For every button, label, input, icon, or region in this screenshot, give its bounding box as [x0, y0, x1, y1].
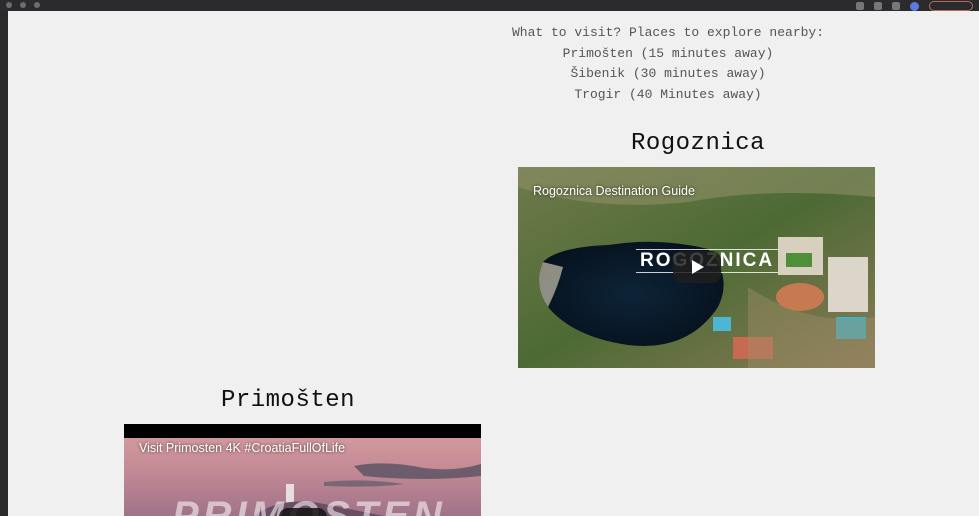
extensions-icon[interactable] [856, 2, 864, 10]
browser-nav-controls [6, 2, 40, 8]
sidebar-icon[interactable] [892, 2, 900, 10]
video-primosten[interactable]: PRIMOSTEN Visit Primosten 4K #CroatiaFul… [124, 424, 481, 516]
forward-icon[interactable] [20, 2, 26, 8]
video-rogoznica[interactable]: ROGOZNICA Rogoznica Destination Guide [518, 167, 875, 368]
play-icon[interactable] [673, 251, 721, 283]
video-title[interactable]: Visit Primosten 4K #CroatiaFullOfLife [139, 441, 345, 455]
video-title[interactable]: Rogoznica Destination Guide [533, 184, 695, 198]
place-primosten: Primošten (15 minutes away) [562, 45, 774, 61]
profile-avatar[interactable] [910, 1, 919, 11]
place-trogir: Trogir (40 Minutes away) [574, 86, 762, 102]
reload-icon[interactable] [34, 2, 40, 8]
play-icon[interactable] [279, 508, 327, 516]
update-button[interactable] [929, 1, 973, 11]
section-title-rogoznica: Rogoznica [630, 130, 766, 157]
bookmark-icon[interactable] [874, 2, 882, 10]
section-title-primosten: Primošten [220, 387, 356, 414]
browser-toolbar [0, 0, 979, 11]
place-sibenik: Šibenik (30 minutes away) [570, 66, 766, 81]
intro-heading: What to visit? Places to explore nearby: [511, 25, 825, 40]
back-icon[interactable] [6, 2, 12, 8]
page-content: What to visit? Places to explore nearby:… [8, 11, 979, 516]
intro-text: What to visit? Places to explore nearby:… [308, 23, 979, 105]
browser-actions [856, 1, 973, 11]
